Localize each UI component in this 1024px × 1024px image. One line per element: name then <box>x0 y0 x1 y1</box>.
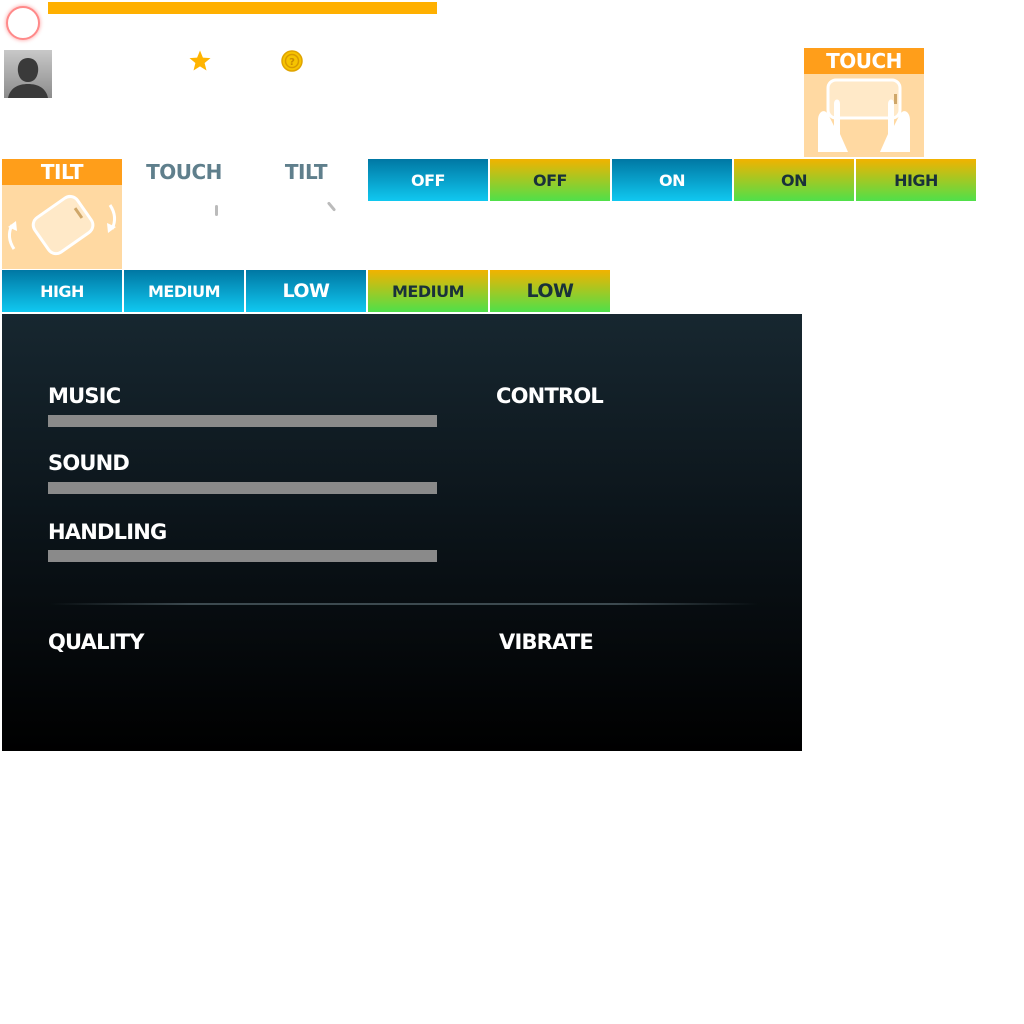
off-button-blue[interactable]: OFF <box>368 159 488 201</box>
control-label: CONTROL <box>496 384 604 408</box>
music-slider[interactable] <box>48 415 437 427</box>
touch-indicator-icon <box>215 205 218 216</box>
tilt-mode-card[interactable]: TILT <box>2 159 122 269</box>
tilt-card-label: TILT <box>2 159 122 185</box>
tab-touch[interactable]: TOUCH <box>124 159 244 185</box>
off-button-green[interactable]: OFF <box>490 159 610 201</box>
handling-slider[interactable] <box>48 550 437 562</box>
touch-card-label: TOUCH <box>804 48 924 74</box>
avatar-silhouette-icon[interactable] <box>4 50 52 98</box>
on-button-green[interactable]: ON <box>734 159 854 201</box>
record-button[interactable] <box>6 6 40 40</box>
sound-label: SOUND <box>48 451 130 475</box>
section-divider <box>50 603 758 605</box>
handling-label: HANDLING <box>48 520 167 544</box>
music-label: MUSIC <box>48 384 121 408</box>
hands-holding-phone-icon <box>804 74 924 157</box>
tilt-indicator-icon <box>326 201 337 212</box>
quality-label: QUALITY <box>48 630 144 654</box>
star-icon <box>188 49 212 73</box>
svg-text:?: ? <box>289 57 295 68</box>
on-button-blue[interactable]: ON <box>612 159 732 201</box>
medium-button-blue[interactable]: MEDIUM <box>124 270 244 312</box>
progress-bar <box>48 2 437 14</box>
medium-button-green[interactable]: MEDIUM <box>368 270 488 312</box>
high-button-blue[interactable]: HIGH <box>2 270 122 312</box>
tab-tilt[interactable]: TILT <box>246 159 366 185</box>
sound-slider[interactable] <box>48 482 437 494</box>
touch-mode-card[interactable]: TOUCH <box>804 48 924 157</box>
high-button-green[interactable]: HIGH <box>856 159 976 201</box>
low-button-blue[interactable]: LOW <box>246 270 366 312</box>
coin-icon: ? <box>281 50 303 72</box>
tilt-phone-icon <box>2 185 122 269</box>
vibrate-label: VIBRATE <box>499 630 594 654</box>
low-button-green[interactable]: LOW <box>490 270 610 312</box>
